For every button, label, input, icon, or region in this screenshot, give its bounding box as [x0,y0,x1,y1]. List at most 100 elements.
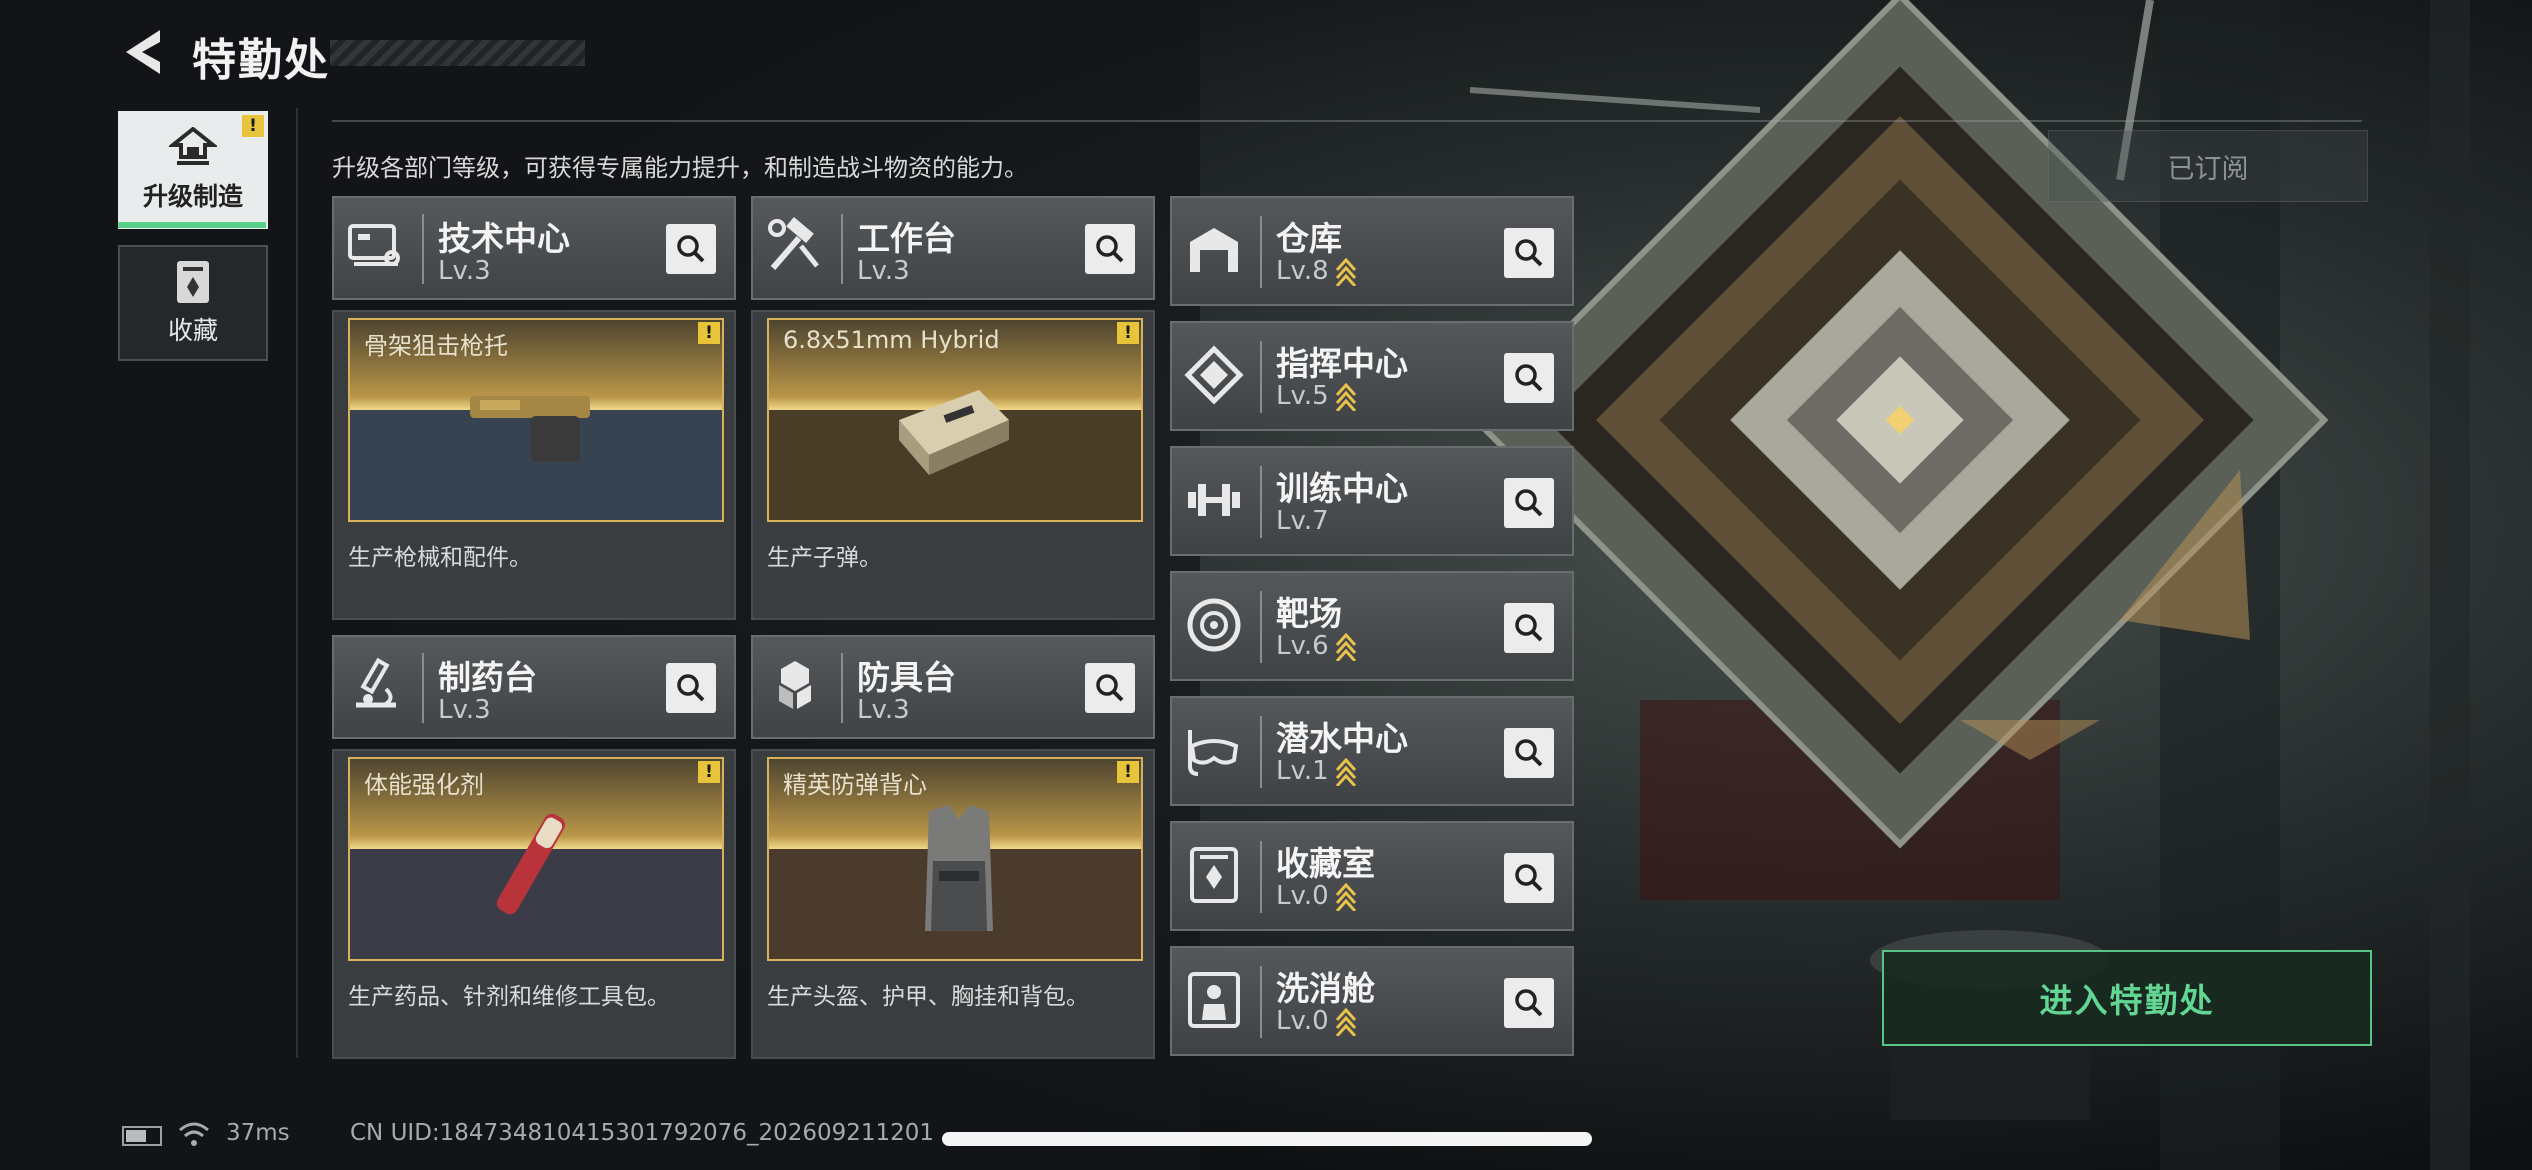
workshop-card-armor-bench[interactable]: 防具台 Lv.3 [751,635,1155,739]
search-icon[interactable] [1504,603,1554,653]
collection-icon [177,261,209,303]
facility-card-decontamination[interactable]: 洗消舱 Lv.0 [1170,946,1574,1056]
page-title: 特勤处 [192,35,330,86]
stim-injector-image [496,813,566,915]
back-arrow-icon[interactable] [118,26,170,78]
search-icon[interactable] [1504,978,1554,1028]
tab-collection-label: 收藏 [167,316,218,345]
active-tab-indicator [118,222,266,228]
armor-vest-image [925,805,993,931]
workshop-name: 制药台 [438,658,537,697]
warehouse-icon [1190,228,1238,272]
search-icon[interactable] [1504,853,1554,903]
workshop-description: 生产子弹。 [767,545,882,571]
section-description: 升级各部门等级，可获得专属能力提升，和制造战斗物资的能力。 [332,154,1028,182]
workshop-panel-workbench[interactable]: 6.8x51mm Hybrid ! 生产子弹。 [751,310,1155,620]
shooting-range-icon [1187,598,1241,652]
facility-level-row: Lv.7 [1276,506,1329,536]
item-slot[interactable]: 体能强化剂 ! [348,757,724,961]
search-icon[interactable] [666,663,716,713]
facility-card-command-center[interactable]: 指挥中心 Lv.5 [1170,321,1574,431]
warning-badge: ! [698,761,720,783]
tab-collection[interactable]: 收藏 [118,245,268,361]
search-icon[interactable] [1504,728,1554,778]
warning-badge: ! [698,322,720,344]
facility-level: Lv.8 [1276,256,1329,286]
facility-card-collection-room[interactable]: 收藏室 Lv.0 [1170,821,1574,931]
card-separator [841,653,843,723]
workshop-panel-tech-center[interactable]: 骨架狙击枪托 ! 生产枪械和配件。 [332,310,736,620]
facility-name: 仓库 [1276,219,1342,258]
search-icon[interactable] [1085,224,1135,274]
facility-level-row: Lv.0 [1276,881,1357,911]
workshop-card-pharmacy[interactable]: 制药台 Lv.3 [332,635,736,739]
workbench-icon [768,217,819,270]
facility-level: Lv.1 [1276,756,1329,786]
workshop-level: Lv.3 [438,695,491,725]
enter-special-ops-button[interactable]: 进入特勤处 [1882,950,2372,1046]
card-separator [1260,466,1262,538]
ping-display: 37ms [226,1120,290,1146]
rifle-stock-image [470,396,590,462]
tab-upgrade-craft-label: 升级制造 [142,182,243,211]
workshop-name: 防具台 [857,658,956,697]
card-separator [422,653,424,723]
item-name: 6.8x51mm Hybrid [783,326,1000,354]
facility-level-row: Lv.5 [1276,381,1357,411]
search-icon[interactable] [1504,228,1554,278]
upgrade-arrow-icon [1335,257,1356,286]
collection-room-icon [1190,847,1238,903]
item-name: 精英防弹背心 [783,771,927,799]
card-separator [422,214,424,284]
command-center-icon [1184,345,1244,405]
facility-card-diving-center[interactable]: 潜水中心 Lv.1 [1170,696,1574,806]
warning-badge: ! [1117,761,1139,783]
user-uid: CN UID:184734810415301792076_20260921120… [350,1120,935,1146]
workshop-description: 生产药品、针剂和维修工具包。 [348,984,670,1010]
search-icon[interactable] [1085,663,1135,713]
workshop-description: 生产枪械和配件。 [348,545,532,571]
card-separator [1260,341,1262,413]
home-indicator[interactable] [942,1132,1592,1146]
upgrade-arrow-icon [1335,632,1356,661]
tech-center-icon [348,224,400,266]
facility-card-training-center[interactable]: 训练中心 Lv.7 [1170,446,1574,556]
card-separator [1260,591,1262,663]
top-divider [332,120,2362,122]
facility-card-warehouse[interactable]: 仓库 Lv.8 [1170,196,1574,306]
item-slot[interactable]: 6.8x51mm Hybrid ! [767,318,1143,522]
search-icon[interactable] [1504,478,1554,528]
upgrade-arrow-icon [1335,382,1356,411]
card-separator [1260,716,1262,788]
decontamination-icon [1188,972,1240,1028]
workshop-level: Lv.3 [438,256,491,286]
facility-name: 靶场 [1276,594,1342,633]
armor-bench-icon [779,661,811,709]
search-icon[interactable] [1504,353,1554,403]
search-icon[interactable] [666,224,716,274]
workshop-name: 工作台 [857,219,956,258]
workshop-card-workbench[interactable]: 工作台 Lv.3 [751,196,1155,300]
workshop-panel-pharmacy[interactable]: 体能强化剂 ! 生产药品、针剂和维修工具包。 [332,749,736,1059]
card-separator [1260,966,1262,1038]
workshop-card-tech-center[interactable]: 技术中心 Lv.3 [332,196,736,300]
item-name: 体能强化剂 [364,771,484,799]
facility-card-shooting-range[interactable]: 靶场 Lv.6 [1170,571,1574,681]
facility-level: Lv.5 [1276,381,1329,411]
facility-level-row: Lv.0 [1276,1006,1357,1036]
item-slot[interactable]: 骨架狙击枪托 ! [348,318,724,522]
subscribed-button[interactable]: 已订阅 [2048,130,2368,202]
facility-name: 洗消舱 [1276,969,1375,1008]
title-decoration [330,40,585,66]
workshop-panel-armor-bench[interactable]: 精英防弹背心 ! 生产头盔、护甲、胸挂和背包。 [751,749,1155,1059]
facility-level: Lv.7 [1276,506,1329,536]
facility-level-row: Lv.1 [1276,756,1357,786]
facility-level-row: Lv.8 [1276,256,1357,286]
nav-divider [296,108,298,1058]
facility-name: 训练中心 [1276,469,1408,508]
workshop-name: 技术中心 [438,219,570,258]
item-slot[interactable]: 精英防弹背心 ! [767,757,1143,961]
tab-upgrade-craft[interactable]: 升级制造 ! [118,111,268,229]
workshop-level: Lv.3 [857,256,910,286]
upgrade-icon [169,127,217,165]
